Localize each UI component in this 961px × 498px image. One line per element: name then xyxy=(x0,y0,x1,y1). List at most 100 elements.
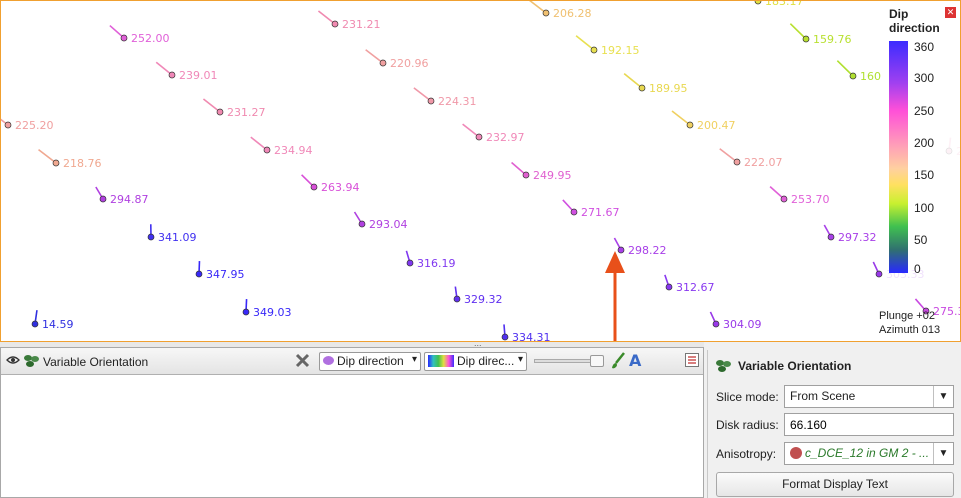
orientation-point[interactable]: 225.20 xyxy=(1,112,54,132)
remove-icon[interactable] xyxy=(295,353,310,371)
orientation-disk[interactable] xyxy=(686,121,694,129)
orientation-point[interactable]: 189.95 xyxy=(623,73,688,95)
orientation-point[interactable]: 341.09 xyxy=(147,224,197,244)
orientation-point[interactable]: 297.32 xyxy=(823,224,877,244)
orientation-point[interactable]: 159.76 xyxy=(789,23,852,46)
orientation-point[interactable]: 222.07 xyxy=(719,148,783,169)
orientation-point[interactable]: 249.95 xyxy=(511,161,572,182)
orientation-disk[interactable] xyxy=(168,71,176,79)
orientation-point[interactable]: 224.31 xyxy=(413,87,477,108)
orientation-point[interactable]: 239.01 xyxy=(155,61,218,82)
orientation-disk[interactable] xyxy=(4,121,12,129)
orientation-disk[interactable] xyxy=(542,9,550,17)
callout-arrowhead xyxy=(605,251,625,273)
chevron-down-icon[interactable]: ▼ xyxy=(933,386,953,407)
disk-radius-field[interactable] xyxy=(784,413,954,436)
orientation-disk[interactable] xyxy=(638,84,646,92)
orientation-label: 224.31 xyxy=(438,95,477,108)
orientation-disk[interactable] xyxy=(195,270,203,278)
orientation-disk[interactable] xyxy=(802,35,810,43)
color-legend[interactable]: Dip direction ✕ 360 300 250 200 150 100 … xyxy=(885,5,960,280)
orientation-disk[interactable] xyxy=(712,320,720,328)
orientation-point[interactable]: 316.19 xyxy=(405,250,456,270)
orientation-disk[interactable] xyxy=(331,20,339,28)
orientation-disk[interactable] xyxy=(310,183,318,191)
orientation-disk[interactable] xyxy=(147,233,155,241)
orientation-disk[interactable] xyxy=(453,295,461,303)
orientation-label: 14.59 xyxy=(42,318,74,331)
text-style-icon[interactable]: A xyxy=(628,351,644,372)
orientation-disk[interactable] xyxy=(242,308,250,316)
view-orientation: Plunge +02 Azimuth 013 xyxy=(879,309,940,337)
opacity-slider[interactable] xyxy=(534,355,604,367)
scene-canvas[interactable]: 252.00 231.21 239.01 220.96 231.27 224.31 225.… xyxy=(1,1,961,342)
slice-mode-select[interactable]: From Scene ▼ xyxy=(784,385,954,408)
orientation-disk[interactable] xyxy=(522,171,530,179)
orientation-disk[interactable] xyxy=(827,233,835,241)
orientation-point[interactable]: 304.09 xyxy=(709,311,762,331)
orientation-disk[interactable] xyxy=(733,158,741,166)
orientation-disk[interactable] xyxy=(99,195,107,203)
orientation-point[interactable]: 192.15 xyxy=(575,35,640,57)
list-row-header[interactable]: Variable Orientation Dip direction ▾ Dip… xyxy=(1,348,703,375)
orientation-disk[interactable] xyxy=(501,333,509,341)
attribute-select[interactable]: Dip direction ▾ xyxy=(319,352,421,371)
orientation-point[interactable]: 347.95 xyxy=(195,261,245,281)
anisotropy-icon xyxy=(790,447,802,459)
orientation-point[interactable]: 334.31 xyxy=(501,324,551,342)
orientation-disk[interactable] xyxy=(427,97,435,105)
chevron-down-icon[interactable]: ▼ xyxy=(933,443,953,464)
object-list-panel[interactable]: Variable Orientation Dip direction ▾ Dip… xyxy=(0,347,704,498)
orientation-disk[interactable] xyxy=(875,270,883,278)
3d-scene-view[interactable]: 252.00 231.21 239.01 220.96 231.27 224.31 225.… xyxy=(0,0,961,342)
orientation-point[interactable]: 293.04 xyxy=(353,211,408,231)
orientation-point[interactable]: 232.97 xyxy=(462,123,525,144)
orientation-point[interactable]: 206.28 xyxy=(528,1,592,20)
orientation-point[interactable]: 253.70 xyxy=(769,186,830,206)
orientation-disk[interactable] xyxy=(570,208,578,216)
orientation-disk[interactable] xyxy=(120,34,128,42)
orientation-point[interactable]: 160 xyxy=(836,60,881,83)
orientation-label: 304.09 xyxy=(723,318,762,331)
orientation-point[interactable]: 231.27 xyxy=(202,98,266,119)
slider-handle[interactable] xyxy=(590,355,604,367)
orientation-point[interactable]: 294.87 xyxy=(95,186,149,206)
orientation-point[interactable]: 298.22 xyxy=(613,237,667,257)
orientation-point[interactable]: 349.03 xyxy=(242,298,292,319)
orientation-disk[interactable] xyxy=(665,283,673,291)
orientation-disk[interactable] xyxy=(590,46,598,54)
orientation-point[interactable]: 231.21 xyxy=(317,10,381,31)
properties-icon[interactable] xyxy=(685,353,699,370)
orientation-disk[interactable] xyxy=(406,259,414,267)
orientation-disk[interactable] xyxy=(263,146,271,154)
orientation-disk[interactable] xyxy=(52,159,60,167)
orientation-disk[interactable] xyxy=(358,220,366,228)
orientation-point[interactable]: 271.67 xyxy=(562,199,620,219)
orientation-point[interactable]: 14.59 xyxy=(31,310,74,331)
orientation-label: 263.94 xyxy=(321,181,360,194)
orientation-disk[interactable] xyxy=(780,195,788,203)
orientation-disk[interactable] xyxy=(379,59,387,67)
orientation-disk[interactable] xyxy=(617,246,625,254)
orientation-disk[interactable] xyxy=(475,133,483,141)
orientation-point[interactable]: 200.47 xyxy=(671,110,736,132)
orientation-point[interactable]: 263.94 xyxy=(301,174,360,194)
orientation-disk[interactable] xyxy=(216,108,224,116)
orientation-point[interactable]: 312.67 xyxy=(664,274,715,294)
format-display-text-button[interactable]: Format Display Text xyxy=(716,472,954,497)
orientation-point[interactable]: 329.32 xyxy=(453,286,503,306)
orientation-point[interactable]: 234.94 xyxy=(250,136,313,157)
orientation-point[interactable]: 252.00 xyxy=(109,24,170,45)
orientation-disk[interactable] xyxy=(754,1,762,5)
anisotropy-select[interactable]: c_DCE_12 in GM 2 - ... ▼ xyxy=(784,442,954,465)
orientation-disk[interactable] xyxy=(31,320,39,328)
orientation-disk[interactable] xyxy=(849,72,857,80)
orientation-point[interactable]: 183.17 xyxy=(740,1,804,8)
orientation-point[interactable]: 218.76 xyxy=(38,149,102,170)
colormap-select[interactable]: Dip direc... ▾ xyxy=(424,352,527,371)
close-icon[interactable]: ✕ xyxy=(945,7,956,18)
paintbrush-icon[interactable] xyxy=(610,352,626,373)
eye-icon[interactable] xyxy=(6,354,20,369)
orientation-point[interactable]: 220.96 xyxy=(365,49,429,70)
orientation-label: 249.95 xyxy=(533,169,572,182)
